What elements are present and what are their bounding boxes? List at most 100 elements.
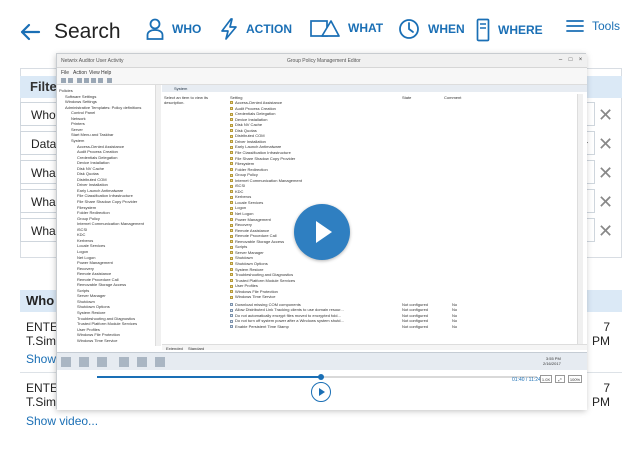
settings-folder-item[interactable]: Filesystem [230, 161, 254, 166]
tree-item[interactable]: Server Manager [77, 293, 106, 298]
tree-item[interactable]: File Share Shadow Copy Provider [77, 199, 137, 204]
nav-tools[interactable]: Tools [566, 18, 620, 34]
settings-folder-item[interactable]: Driver Installation [230, 139, 266, 144]
close-icon[interactable]: ✕ [598, 135, 613, 153]
tree-item[interactable]: Driver Installation [77, 182, 108, 187]
tree-item[interactable]: Remote Assistance [77, 271, 111, 276]
tree-item[interactable]: Recovery [77, 266, 94, 271]
tree-item[interactable]: Network [71, 116, 86, 121]
settings-folder-item[interactable]: Remote Procedure Call [230, 233, 277, 238]
settings-folder-item[interactable]: Kerberos [230, 194, 251, 199]
settings-folder-item[interactable]: Access-Denied Assistance [230, 100, 282, 105]
tree-item[interactable]: Group Policy [77, 216, 100, 221]
settings-folder-item[interactable]: Windows File Protection [230, 289, 278, 294]
settings-folder-item[interactable]: Shutdown [230, 255, 253, 260]
settings-folder-item[interactable]: Recovery [230, 222, 252, 227]
play-button[interactable] [311, 382, 331, 402]
tree-item[interactable]: Policies [59, 88, 73, 93]
progress-handle[interactable] [318, 374, 325, 380]
tree-item[interactable]: Server [71, 127, 83, 132]
tree-item[interactable]: Scripts [77, 288, 89, 293]
settings-folder-item[interactable]: Power Management [230, 217, 271, 222]
settings-folder-item[interactable]: Folder Redirection [230, 167, 268, 172]
tree-item[interactable]: Internet Communication Management [77, 221, 144, 226]
tree-item[interactable]: File Classification Infrastructure [77, 193, 133, 198]
settings-folder-item[interactable]: Troubleshooting and Diagnostics [230, 272, 293, 277]
settings-folder-item[interactable]: Disk Quotas [230, 128, 257, 133]
settings-folder-item[interactable]: File Classification Infrastructure [230, 150, 291, 155]
policy-setting-row[interactable]: Do not automatically encrypt files moved… [230, 313, 341, 318]
tree-item[interactable]: Device Installation [77, 160, 109, 165]
show-video-link[interactable]: Show video... [26, 414, 98, 428]
close-icon[interactable]: ✕ [598, 193, 613, 211]
tree-item[interactable]: Audit Process Creation [77, 149, 118, 154]
settings-folder-item[interactable]: iSCSI [230, 183, 245, 188]
speed-button[interactable]: 1.0X [540, 375, 552, 383]
settings-folder-item[interactable]: Group Policy [230, 172, 258, 177]
tree-item[interactable]: Software Settings [65, 94, 96, 99]
close-icon[interactable]: ✕ [598, 164, 613, 182]
tree-item[interactable]: Shutdown Options [77, 304, 110, 309]
tree-item[interactable]: Distributed COM [77, 177, 107, 182]
policy-setting-row[interactable]: Enable Persistent Time Stamp [230, 324, 289, 329]
tree-item[interactable]: Shutdown [77, 299, 95, 304]
settings-folder-item[interactable]: Logon [230, 205, 246, 210]
settings-folder-item[interactable]: Disk NV Cache [230, 122, 262, 127]
play-overlay-button[interactable] [294, 204, 350, 260]
tree-item[interactable]: Troubleshooting and Diagnostics [77, 316, 135, 321]
tree-item[interactable]: User Profiles [77, 327, 100, 332]
settings-folder-item[interactable]: Audit Process Creation [230, 106, 276, 111]
settings-folder-item[interactable]: Remote Assistance [230, 228, 269, 233]
settings-folder-item[interactable]: Shutdown Options [230, 261, 268, 266]
tree-item[interactable]: Power Management [77, 260, 113, 265]
back-button[interactable] [18, 20, 42, 49]
settings-folder-item[interactable]: Credentials Delegation [230, 111, 275, 116]
fullscreen-icon[interactable]: ⤢ [555, 375, 565, 383]
nav-who[interactable]: WHO [146, 18, 201, 40]
tree-item[interactable]: Credentials Delegation [77, 155, 117, 160]
tree-item[interactable]: System Restore [77, 310, 105, 315]
tree-item[interactable]: System [71, 138, 84, 143]
video-screen[interactable]: Netwrix Auditor User Activity Group Poli… [57, 54, 587, 370]
zoom-button[interactable]: 100% [568, 375, 582, 383]
tree-item[interactable]: Administrative Templates: Policy definit… [65, 105, 141, 110]
tree-item[interactable]: Logon [77, 249, 88, 254]
tree-item[interactable]: Windows Settings [65, 99, 97, 104]
settings-folder-item[interactable]: File Share Shadow Copy Provider [230, 156, 295, 161]
nav-where[interactable]: WHERE [476, 18, 543, 42]
settings-folder-item[interactable]: KDC [230, 189, 243, 194]
tree-item[interactable]: Net Logon [77, 255, 95, 260]
tree-item[interactable]: Remote Procedure Call [77, 277, 119, 282]
tree-item[interactable]: Trusted Platform Module Services [77, 321, 137, 326]
tree-item[interactable]: Kerberos [77, 238, 93, 243]
settings-folder-item[interactable]: Internet Communication Management [230, 178, 302, 183]
settings-folder-item[interactable]: Locale Services [230, 200, 263, 205]
settings-folder-item[interactable]: User Profiles [230, 283, 258, 288]
settings-folder-item[interactable]: Removable Storage Access [230, 239, 284, 244]
settings-folder-item[interactable]: Scripts [230, 244, 247, 249]
show-video-link[interactable]: Show [26, 352, 56, 366]
settings-folder-item[interactable]: Early Launch Antimalware [230, 144, 281, 149]
policy-setting-row[interactable]: Allow Distributed Link Tracking clients … [230, 307, 344, 312]
nav-what[interactable]: WHAT [310, 18, 383, 38]
tree-item[interactable]: Windows File Protection [77, 332, 120, 337]
tree-item[interactable]: Disk NV Cache [77, 166, 104, 171]
close-icon[interactable]: ✕ [598, 222, 613, 240]
nav-action[interactable]: ACTION [220, 18, 292, 40]
settings-folder-item[interactable]: Net Logon [230, 211, 253, 216]
tree-item[interactable]: Access-Denied Assistance [77, 144, 124, 149]
tree-item[interactable]: Disk Quotas [77, 171, 99, 176]
settings-folder-item[interactable]: Trusted Platform Module Services [230, 278, 295, 283]
tree-item[interactable]: Start Menu and Taskbar [71, 132, 113, 137]
settings-folder-item[interactable]: Server Manager [230, 250, 264, 255]
tree-item[interactable]: Removable Storage Access [77, 282, 126, 287]
policy-setting-row[interactable]: Download missing COM components [230, 302, 301, 307]
tree-item[interactable]: Control Panel [71, 110, 95, 115]
tree-item[interactable]: Early Launch Antimalware [77, 188, 123, 193]
tree-item[interactable]: iSCSI [77, 227, 87, 232]
close-icon[interactable]: ✕ [598, 106, 613, 124]
tree-item[interactable]: Filesystem [77, 205, 96, 210]
settings-folder-item[interactable]: Device Installation [230, 117, 267, 122]
tree-item[interactable]: KDC [77, 232, 85, 237]
tree-item[interactable]: Windows Time Service [77, 338, 117, 343]
